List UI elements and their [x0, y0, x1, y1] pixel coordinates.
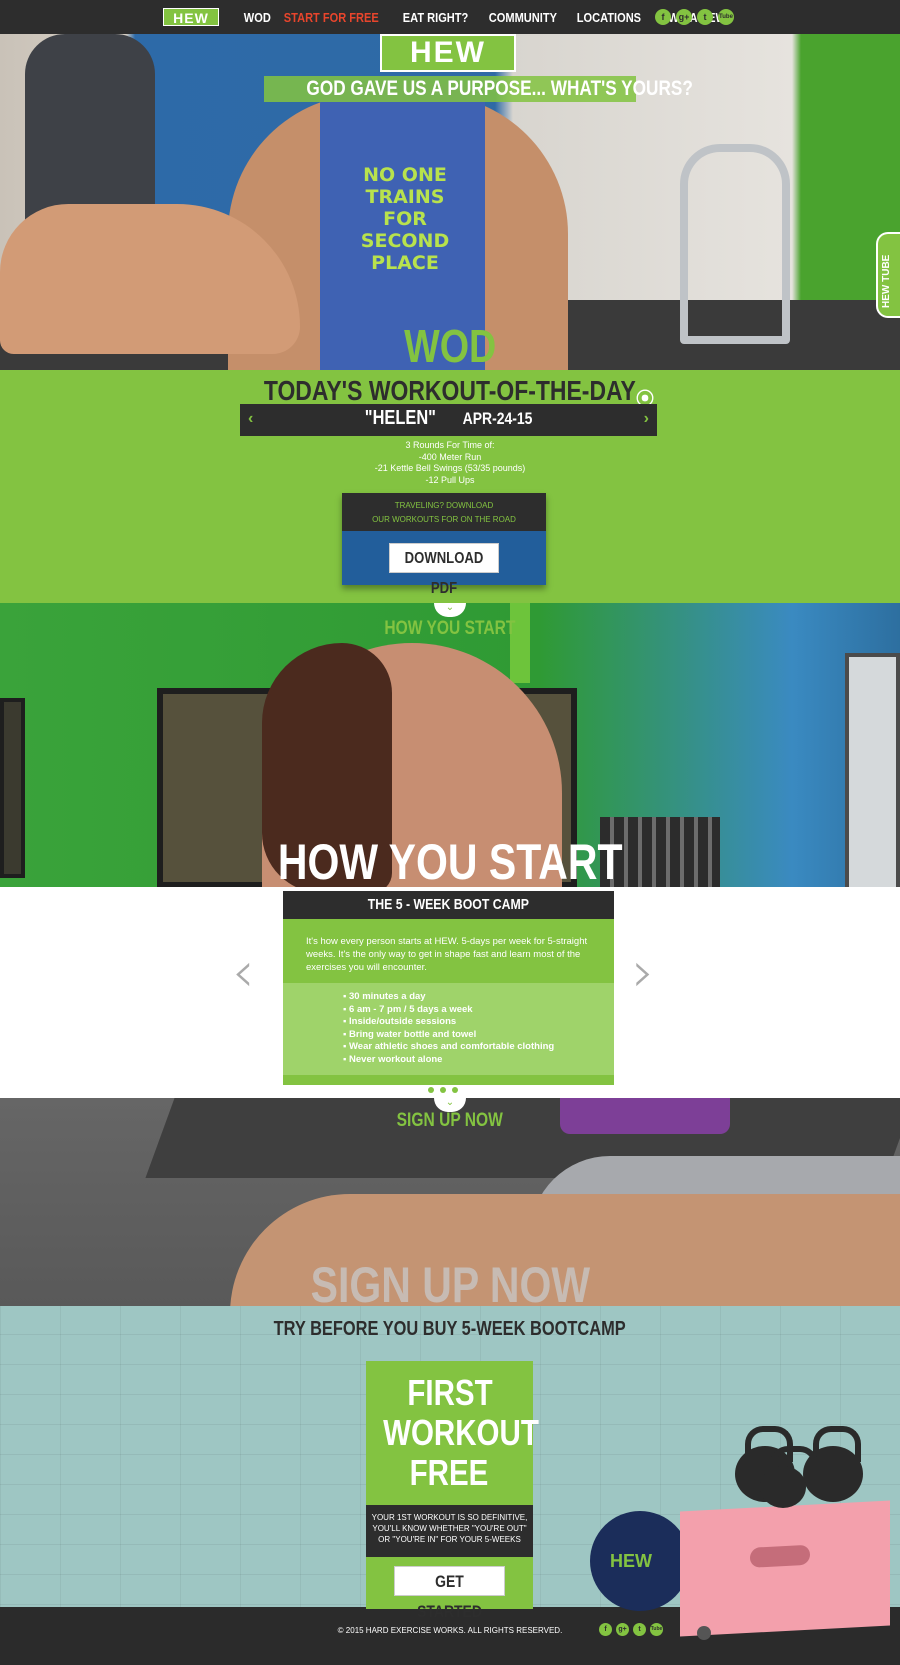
signup-small-title: SIGN UP NOW [396, 1110, 504, 1131]
wod-line: -400 Meter Run [418, 451, 482, 462]
nav-link-start-for-free[interactable]: START FOR FREE [277, 10, 386, 25]
nav-link-locations[interactable]: LOCATIONS [570, 10, 648, 25]
bootcamp-prev-arrow[interactable]: ‹ [232, 945, 254, 1001]
hew-tube-tab[interactable]: HEW TUBE [876, 232, 900, 318]
wod-selector: ‹ "HELEN" APR-24-15 › [240, 404, 657, 436]
download-panel: DOWNLOAD PDF [342, 531, 546, 597]
youtube-icon[interactable]: Tube [650, 1623, 663, 1636]
wod-date: APR-24-15 [462, 409, 533, 428]
hero-section: NO ONE TRAINS FOR SECOND PLACE HEW GOD G… [0, 34, 900, 370]
list-item: 30 minutes a day [343, 991, 554, 1004]
bootcamp-next-arrow[interactable]: › [632, 945, 654, 1001]
hero-shirt-text: NO ONE TRAINS FOR SECOND PLACE [360, 164, 450, 274]
bootcamp-bullets: 30 minutes a day 6 am - 7 pm / 5 days a … [343, 991, 554, 1066]
ball-logo: HEW [610, 1551, 652, 1571]
offer-text: YOUR 1ST WORKOUT IS SO DEFINITIVE, YOU'L… [366, 1505, 533, 1557]
bootcamp-card: THE 5 - WEEK BOOT CAMP It's how every pe… [283, 891, 614, 1085]
wod-section-label: WOD [403, 320, 497, 370]
plyo-box-handle [750, 1544, 810, 1568]
carousel-dot[interactable] [452, 1087, 458, 1093]
list-item: Never workout alone [343, 1054, 554, 1067]
wod-line: -12 Pull Ups [425, 474, 475, 485]
nav-link-community[interactable]: COMMUNITY [482, 10, 564, 25]
trial-title: TRY BEFORE YOU BUY 5-WEEK BOOTCAMP [273, 1318, 627, 1340]
how-big-title: HOW YOU START [277, 834, 623, 887]
nav-logo[interactable]: HEW [163, 8, 219, 26]
footer-social: f g+ t Tube [599, 1623, 663, 1636]
list-item: Bring water bottle and towel [343, 1029, 554, 1042]
wod-name: "HELEN" APR-24-15 [364, 407, 533, 429]
hero-logo: HEW [380, 34, 516, 72]
top-nav: HEW WOD START FOR FREE EAT RIGHT? COMMUN… [0, 0, 900, 34]
carousel-dots [428, 1087, 458, 1093]
wod-description: 3 Rounds For Time of: -400 Meter Run -21… [0, 440, 900, 486]
rowing-machine-image [680, 144, 790, 344]
bootcamp-description: It's how every person starts at HEW. 5-d… [306, 936, 588, 973]
nav-link-wod[interactable]: WOD [237, 10, 278, 25]
download-pdf-button[interactable]: DOWNLOAD PDF [389, 543, 499, 597]
wod-line: 3 Rounds For Time of: [405, 440, 495, 450]
twitter-icon[interactable]: t [697, 9, 713, 25]
list-item: 6 am - 7 pm / 5 days a week [343, 1004, 554, 1017]
wod-title: TODAY'S WORKOUT-OF-THE-DAY [264, 375, 636, 406]
facebook-icon[interactable]: f [599, 1623, 612, 1636]
get-started-button[interactable]: GET STARTED [394, 1566, 505, 1621]
kettlebell-image [760, 1446, 818, 1508]
download-text: TRAVELING? DOWNLOAD OUR WORKOUTS FOR ON … [372, 501, 516, 524]
sign-up-section: ⌄ SIGN UP NOW SIGN UP NOW [0, 1098, 900, 1306]
bootcamp-section: ‹ THE 5 - WEEK BOOT CAMP It's how every … [0, 887, 900, 1098]
list-item: Wear athletic shoes and comfortable clot… [343, 1041, 554, 1054]
download-box: TRAVELING? DOWNLOAD OUR WORKOUTS FOR ON … [342, 493, 546, 597]
hew-tube-label: HEW TUBE [881, 254, 892, 308]
google-plus-icon[interactable]: g+ [676, 9, 692, 25]
chevron-down-icon[interactable]: ⌄ [434, 603, 466, 617]
google-plus-icon[interactable]: g+ [616, 1623, 629, 1636]
signup-big-title: SIGN UP NOW [310, 1257, 590, 1306]
wod-section: TODAY'S WORKOUT-OF-THE-DAY ⦿ ‹ "HELEN" A… [0, 370, 900, 603]
wod-line: -21 Kettle Bell Swings (53/35 pounds) [374, 463, 526, 473]
trial-section: TRY BEFORE YOU BUY 5-WEEK BOOTCAMP FIRST… [0, 1306, 900, 1665]
offer-headline: FIRST WORKOUT FREE [383, 1372, 539, 1493]
nav-social: f g+ t Tube [655, 9, 734, 25]
bootcamp-details: 30 minutes a day 6 am - 7 pm / 5 days a … [283, 983, 614, 1075]
carousel-dot[interactable] [428, 1087, 434, 1093]
bootcamp-header: THE 5 - WEEK BOOT CAMP [283, 891, 614, 919]
first-workout-offer: FIRST WORKOUT FREE YOUR 1ST WORKOUT IS S… [366, 1361, 539, 1621]
facebook-icon[interactable]: f [655, 9, 671, 25]
copyright-text: © 2015 HARD EXERCISE WORKS. ALL RIGHTS R… [337, 1626, 563, 1635]
plyo-box-image [680, 1500, 890, 1637]
list-item: Inside/outside sessions [343, 1016, 554, 1029]
carousel-dot[interactable] [440, 1087, 446, 1093]
medicine-ball-image: HEW [590, 1511, 690, 1611]
nav-link-eat-right[interactable]: EAT RIGHT? [396, 10, 475, 25]
scroll-top-button[interactable] [697, 1626, 711, 1640]
wod-next-arrow[interactable]: › [644, 410, 649, 428]
hero-tagline: GOD GAVE US A PURPOSE... WHAT'S YOURS? [264, 76, 693, 102]
youtube-icon[interactable]: Tube [718, 9, 734, 25]
how-small-title: HOW YOU START [384, 618, 516, 639]
how-you-start-section: ⌄ HOW YOU START HOW YOU START [0, 603, 900, 887]
twitter-icon[interactable]: t [633, 1623, 646, 1636]
pullup-bar [510, 603, 530, 683]
